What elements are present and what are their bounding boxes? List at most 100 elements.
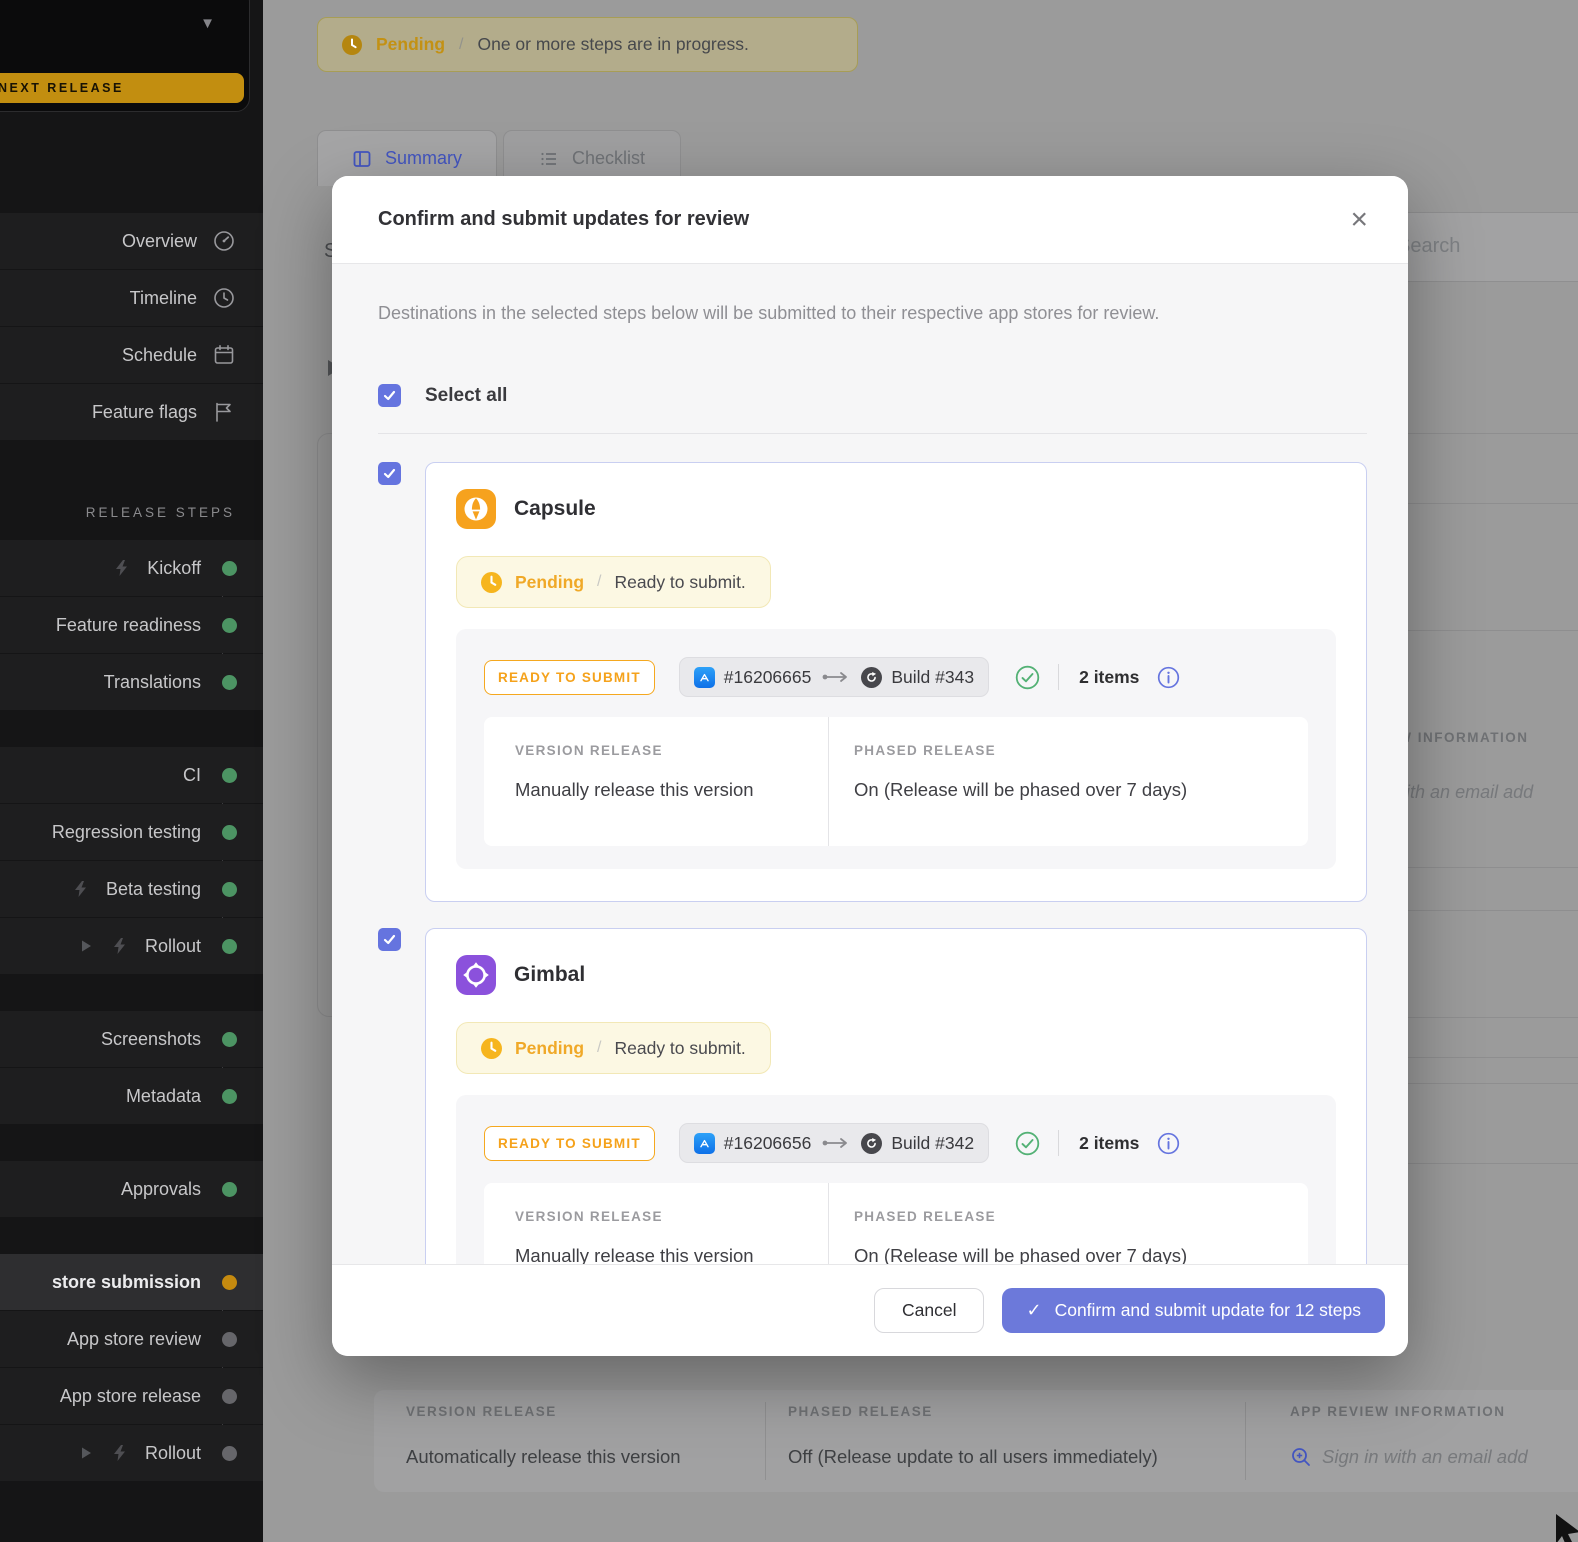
release-steps-header: RELEASE STEPS [85, 504, 235, 520]
status-message: One or more steps are in progress. [477, 34, 749, 54]
items-count: 2 items [1079, 666, 1140, 687]
step-status-dot [222, 1031, 237, 1047]
sidebar-step-rollout[interactable]: Rollout [0, 1425, 263, 1481]
version-release-label: VERSION RELEASE [406, 1404, 557, 1419]
step-status-dot [222, 938, 237, 954]
sidebar-step-store-submission[interactable]: store submission [0, 1254, 263, 1310]
sidebar-step-beta-testing[interactable]: Beta testing [0, 861, 263, 917]
close-icon[interactable]: × [1350, 204, 1368, 235]
sidebar-step-feature-readiness[interactable]: Feature readiness [0, 597, 263, 653]
select-all-checkbox[interactable] [378, 384, 401, 407]
step-label: Feature readiness [55, 614, 201, 635]
build-pill[interactable]: #16206665 Build #343 [678, 657, 990, 697]
sidebar-item-label: Timeline [129, 287, 197, 308]
step-status-dot [222, 1088, 237, 1104]
app-store-icon [693, 1132, 715, 1154]
modal-footer: Cancel ✓ Confirm and submit update for 1… [332, 1264, 1408, 1356]
confirm-submit-modal: Confirm and submit updates for review × … [332, 176, 1408, 1356]
expander-icon[interactable] [77, 937, 95, 955]
step-label: Metadata [125, 1085, 201, 1106]
step-label: Rollout [144, 935, 201, 956]
step-status-dot [222, 1274, 237, 1290]
modal-body: Destinations in the selected steps below… [332, 265, 1408, 1356]
step-label: App store review [66, 1328, 201, 1349]
next-release-badge: NEXT RELEASE [0, 73, 244, 103]
info-icon[interactable] [1157, 1132, 1180, 1155]
step-label: Rollout [144, 1442, 201, 1463]
app-store-icon [693, 666, 715, 688]
chevron-down-icon[interactable]: ▼ [200, 15, 215, 32]
phased-release-label: PHASED RELEASE [854, 743, 996, 758]
status-message: Ready to submit. [614, 571, 746, 592]
confirm-button-label: Confirm and submit update for 12 steps [1054, 1300, 1361, 1320]
pending-clock-icon [342, 34, 362, 55]
step-group: store submission App store review App stor… [0, 1254, 263, 1481]
version-release-label: VERSION RELEASE [515, 743, 663, 758]
check-icon: ✓ [1026, 1300, 1042, 1320]
step-status-dot [222, 560, 237, 576]
modal-header: Confirm and submit updates for review × [332, 176, 1408, 264]
build-number: Build #342 [891, 1132, 975, 1153]
flag-icon [212, 400, 236, 424]
sidebar-step-app-store-review[interactable]: App store review [0, 1311, 263, 1367]
group-gap [0, 1125, 263, 1161]
status-message: Ready to submit. [614, 1037, 746, 1058]
sidebar-step-approvals[interactable]: Approvals [0, 1161, 263, 1217]
version-release-label: VERSION RELEASE [515, 1209, 663, 1224]
phased-release-value: On (Release will be phased over 7 days) [854, 779, 1188, 800]
column-divider [765, 1402, 766, 1480]
items-count: 2 items [1079, 1132, 1140, 1153]
confirm-button[interactable]: ✓ Confirm and submit update for 12 steps [1002, 1288, 1385, 1333]
step-status-dot [222, 1445, 237, 1461]
sidebar-step-kickoff[interactable]: Kickoff [0, 540, 263, 596]
destination-card: Capsule Pending / Ready to submit. READY… [425, 462, 1367, 902]
build-number: Build #343 [891, 666, 975, 687]
submission-id: #16206656 [723, 1132, 812, 1153]
app-review-information-value: Sign in with an email add [1322, 1446, 1528, 1467]
sidebar-item-schedule[interactable]: Schedule [0, 327, 263, 383]
bolt-icon [111, 1444, 129, 1462]
step-status-dot [222, 1331, 237, 1347]
sidebar-item-overview[interactable]: Overview [0, 213, 263, 269]
step-label: Kickoff [147, 557, 201, 578]
app-name: Gimbal [514, 963, 586, 986]
screen: ▼ NEXT RELEASE Overview Timeline Schedule F… [0, 0, 1578, 1542]
sidebar-step-metadata[interactable]: Metadata [0, 1068, 263, 1124]
step-status-dot [222, 1181, 237, 1197]
sidebar-step-translations[interactable]: Translations [0, 654, 263, 710]
sidebar-item-timeline[interactable]: Timeline [0, 270, 263, 326]
step-label: Screenshots [100, 1028, 201, 1049]
sidebar-step-rollout[interactable]: Rollout [0, 918, 263, 974]
calendar-icon [212, 343, 236, 367]
expander-icon[interactable] [77, 1444, 95, 1462]
build-pill[interactable]: #16206656 Build #342 [678, 1123, 990, 1163]
status-pill: Pending / Ready to submit. [456, 556, 771, 608]
step-status-dot [222, 824, 237, 840]
release-selector[interactable]: ▼ NEXT RELEASE [0, 0, 250, 112]
step-label: Translations [103, 671, 201, 692]
info-icon[interactable] [1157, 666, 1180, 689]
modal-title: Confirm and submit updates for review [378, 208, 750, 230]
tab-summary-label: Summary [384, 148, 462, 168]
step-label: Beta testing [105, 878, 201, 899]
divider [1058, 1130, 1060, 1156]
cancel-button[interactable]: Cancel [874, 1288, 985, 1333]
card-checkbox[interactable] [378, 462, 401, 485]
status-pill: Pending / Ready to submit. [456, 1022, 771, 1074]
group-gap [0, 1218, 263, 1254]
sidebar-item-feature-flags[interactable]: Feature flags [0, 384, 263, 440]
step-group: Approvals [0, 1161, 263, 1217]
sidebar: ▼ NEXT RELEASE Overview Timeline Schedule F… [0, 0, 263, 1542]
build-icon [861, 1132, 883, 1154]
step-label: App store release [59, 1385, 201, 1406]
release-status-banner: Pending / One or more steps are in progr… [317, 17, 858, 72]
sidebar-step-app-store-release[interactable]: App store release [0, 1368, 263, 1424]
sidebar-step-screenshots[interactable]: Screenshots [0, 1011, 263, 1067]
step-group: Screenshots Metadata [0, 1011, 263, 1124]
card-checkbox[interactable] [378, 928, 401, 951]
bolt-icon [113, 559, 131, 577]
sidebar-step-regression-testing[interactable]: Regression testing [0, 804, 263, 860]
sidebar-step-ci[interactable]: CI [0, 747, 263, 803]
maps-to-icon [822, 1137, 850, 1149]
step-status-dot [222, 1388, 237, 1404]
